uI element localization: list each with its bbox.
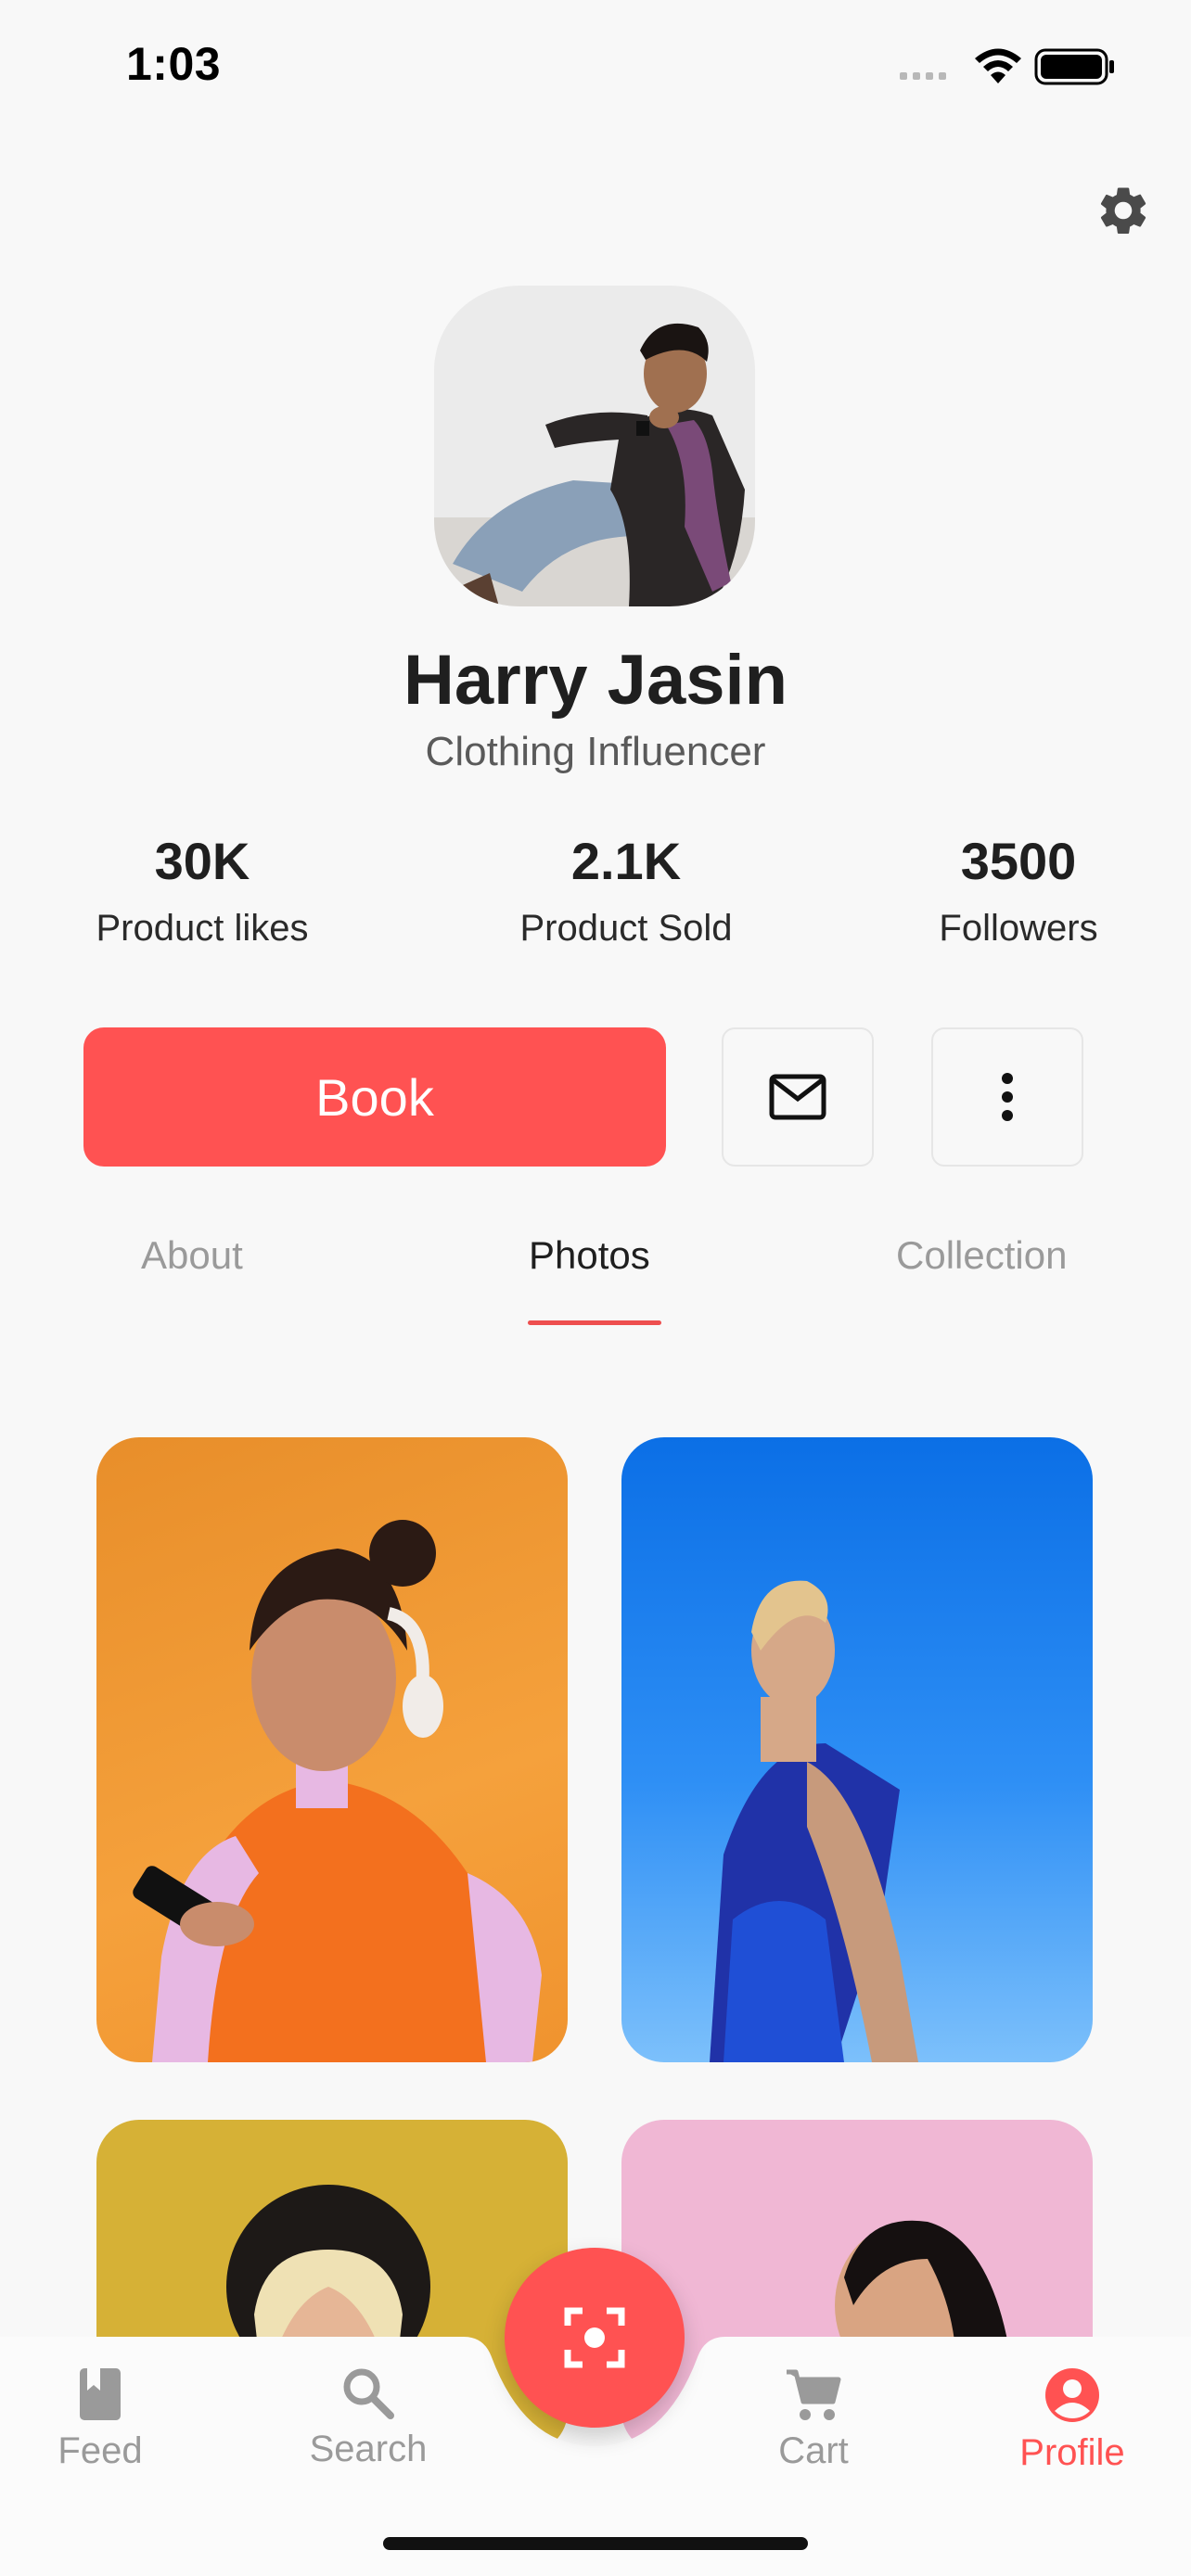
status-time: 1:03 (126, 38, 222, 90)
mail-icon (769, 1074, 826, 1120)
settings-button[interactable] (1091, 178, 1156, 243)
photo-tile[interactable] (621, 1437, 1093, 2062)
nav-label: Search (309, 2429, 428, 2469)
profile-name: Harry Jasin (403, 641, 788, 720)
wifi-icon (975, 48, 1021, 83)
stat-value: 2.1K (570, 832, 682, 890)
account-circle-icon (1045, 2368, 1099, 2422)
tab-collection[interactable]: Collection (896, 1233, 1067, 1278)
book-icon (80, 2368, 121, 2420)
stat-product-likes: 30K Product likes (65, 831, 339, 950)
stat-label: Followers (939, 908, 1098, 949)
cellular-signal-icon (900, 72, 946, 80)
message-button[interactable] (722, 1027, 874, 1167)
more-options-button[interactable] (931, 1027, 1083, 1167)
tab-photos[interactable]: Photos (529, 1233, 650, 1278)
profile-role: Clothing Influencer (425, 729, 766, 774)
nav-profile[interactable]: Profile (998, 2366, 1146, 2474)
scan-button[interactable] (505, 2248, 685, 2428)
stat-followers: 3500 Followers (918, 831, 1119, 950)
status-bar: 1:03 (0, 0, 1191, 130)
home-indicator (383, 2537, 808, 2550)
battery-icon (1034, 48, 1114, 85)
cart-icon (787, 2369, 841, 2420)
stat-label: Product Sold (519, 908, 733, 949)
stat-product-sold: 2.1K Product Sold (482, 831, 770, 950)
stat-label: Product likes (96, 908, 309, 949)
gear-icon (1100, 187, 1146, 235)
tab-active-indicator (528, 1320, 661, 1325)
profile-avatar (434, 286, 755, 606)
nav-feed[interactable]: Feed (37, 2366, 163, 2472)
nav-label: Feed (58, 2430, 143, 2471)
tab-about[interactable]: About (141, 1233, 243, 1278)
nav-label: Profile (1019, 2432, 1125, 2473)
scan-focus-icon (564, 2307, 625, 2368)
more-vertical-icon (1002, 1073, 1013, 1121)
stat-value: 3500 (960, 832, 1077, 890)
profile-screen: 1:03 Harry Jasin Clothing Influencer 30K… (0, 0, 1191, 2576)
photo-tile[interactable] (96, 1437, 568, 2062)
book-button[interactable]: Book (83, 1027, 666, 1167)
nav-cart[interactable]: Cart (753, 2366, 874, 2472)
nav-search[interactable]: Search (289, 2366, 447, 2470)
nav-label: Cart (778, 2430, 849, 2471)
stat-value: 30K (154, 832, 250, 890)
search-icon (343, 2368, 394, 2419)
